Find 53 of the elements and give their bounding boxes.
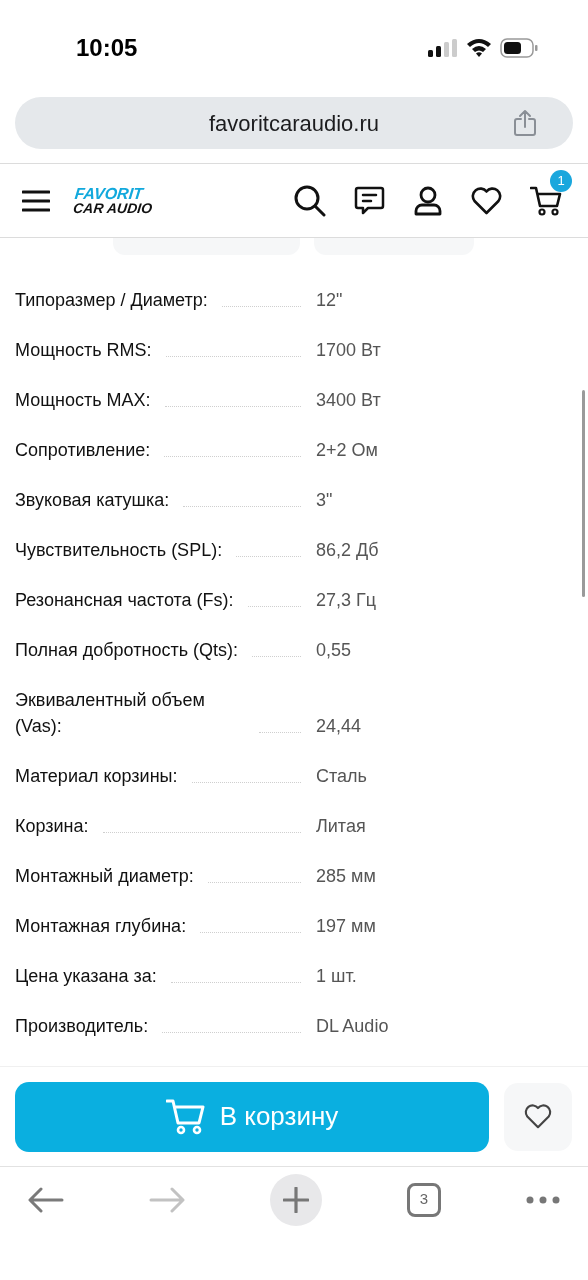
status-time: 10:05 — [76, 32, 138, 63]
spec-value: 12" — [316, 289, 343, 312]
new-tab-button[interactable] — [270, 1173, 322, 1226]
spec-label: Монтажный диаметр: — [15, 865, 194, 888]
spec-value: 24,44 — [316, 715, 362, 738]
cart-icon — [165, 1098, 206, 1135]
spec-label: Сопротивление: — [15, 439, 151, 462]
spec-value: Сталь — [316, 765, 367, 788]
spec-label: Мощность MAX: — [15, 389, 151, 412]
favorite-button[interactable] — [504, 1082, 572, 1151]
heart-icon — [524, 1104, 552, 1129]
menu-icon[interactable] — [22, 189, 50, 212]
spec-value: Литая — [316, 815, 366, 838]
spec-value: 27,3 Гц — [316, 589, 377, 612]
chat-icon[interactable] — [354, 186, 385, 215]
spec-value: 0,55 — [316, 639, 352, 662]
spec-label: Цена указана за: — [15, 965, 157, 988]
wifi-icon — [466, 38, 492, 57]
signal-icon — [428, 38, 458, 57]
spec-value: 3" — [316, 489, 333, 512]
spec-value: DL Audio — [316, 1015, 389, 1038]
cart-icon[interactable] — [530, 185, 562, 216]
spec-label: Звуковая катушка: — [15, 489, 170, 512]
cart-count-badge: 1 — [550, 169, 572, 192]
spec-label: Типоразмер / Диаметр: — [15, 289, 208, 312]
spec-label: Материал корзины: — [15, 765, 178, 788]
spec-value: 1 шт. — [316, 965, 357, 988]
spec-value: 197 мм — [316, 915, 376, 938]
spec-label: Монтажная глубина: — [15, 915, 187, 938]
plus-icon — [283, 1186, 309, 1213]
spec-value: 3400 Вт — [316, 389, 381, 412]
spec-label: Эквивалентный объем (Vas): — [15, 689, 206, 738]
spec-value: 285 мм — [316, 865, 376, 888]
search-icon[interactable] — [294, 184, 326, 217]
back-icon[interactable] — [28, 1186, 64, 1213]
spec-value: 2+2 Ом — [316, 439, 378, 462]
site-logo[interactable]: FAVORIT CAR AUDIO — [72, 186, 155, 215]
heart-icon[interactable] — [471, 186, 502, 215]
address-bar[interactable]: favoritcaraudio.ru — [15, 97, 573, 149]
tabs-button[interactable]: 3 — [407, 1182, 441, 1217]
user-icon[interactable] — [413, 185, 443, 216]
battery-icon — [500, 37, 538, 58]
spec-label: Корзина: — [15, 815, 89, 838]
spec-label: Чувствительность (SPL): — [15, 539, 223, 562]
spec-label: Полная добротность (Qts): — [15, 639, 238, 662]
share-icon[interactable] — [513, 109, 537, 137]
spec-label: Производитель: — [15, 1015, 149, 1038]
more-icon[interactable] — [526, 1195, 560, 1204]
url-text: favoritcaraudio.ru — [209, 109, 379, 138]
spec-value: 86,2 Дб — [316, 539, 379, 562]
spec-label: Мощность RMS: — [15, 339, 152, 362]
spec-value: 1700 Вт — [316, 339, 381, 362]
spec-label: Резонансная частота (Fs): — [15, 589, 234, 612]
